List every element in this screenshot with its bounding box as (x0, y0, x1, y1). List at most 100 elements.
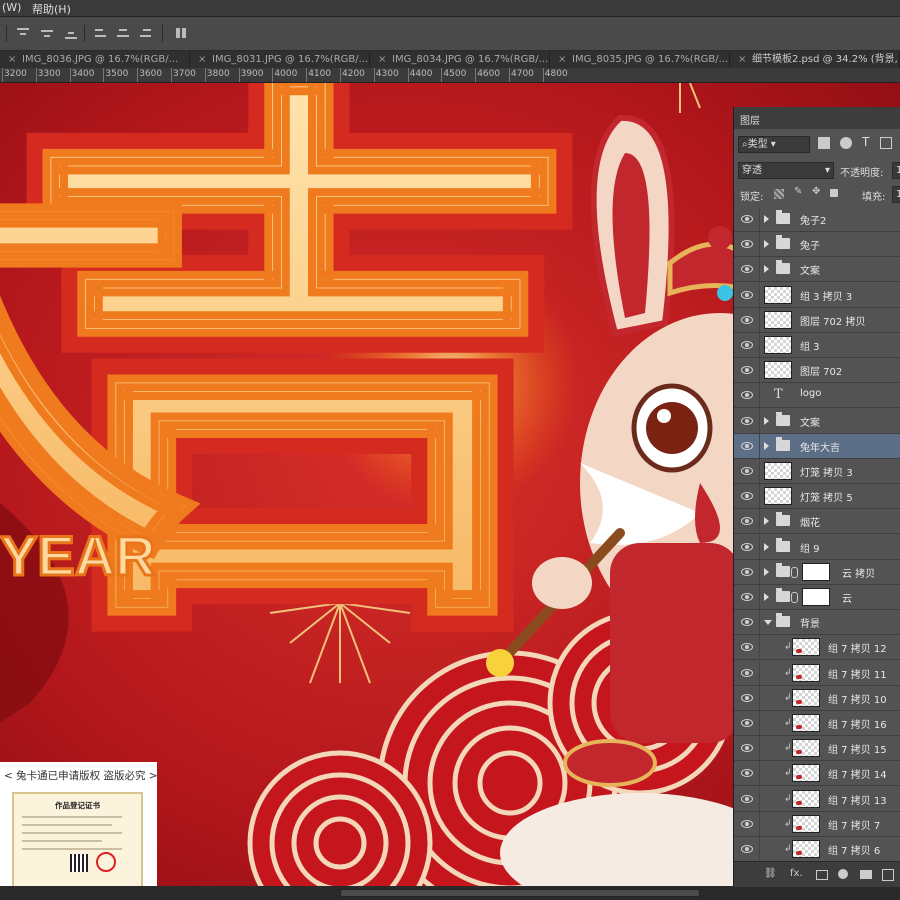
layer-row[interactable]: ↲ 组 7 拷贝 10 (734, 685, 900, 711)
visibility-eye-icon[interactable] (741, 618, 753, 627)
align-bottom-icon[interactable] (64, 26, 78, 40)
visibility-eye-icon[interactable] (741, 215, 753, 223)
align-top-icon[interactable] (16, 26, 30, 40)
visibility-eye-icon[interactable] (741, 265, 753, 274)
expand-arrow-icon[interactable] (764, 542, 769, 551)
fill-input[interactable]: 100% (892, 186, 900, 203)
expand-arrow-icon[interactable] (764, 416, 769, 425)
visibility-eye-icon[interactable] (741, 819, 753, 828)
layer-row[interactable]: ↲ 组 7 拷贝 16 (734, 711, 900, 736)
pixel-filter-icon[interactable] (818, 137, 830, 149)
tab-img-8036[interactable]: × IMG_8036.JPG @ 16.7%(RGB/... (0, 51, 190, 68)
expand-arrow-icon[interactable] (764, 593, 769, 601)
layer-row[interactable]: ↲ 组 7 拷贝 11 (734, 660, 900, 686)
visibility-eye-icon[interactable] (741, 341, 753, 349)
layer-row[interactable]: ↲ 组 7 拷贝 6 (734, 837, 900, 861)
expand-arrow-icon[interactable] (764, 567, 769, 576)
visibility-eye-icon[interactable] (741, 240, 753, 249)
panel-tab[interactable]: 图层 (734, 107, 900, 129)
opacity-input[interactable]: 100% (892, 162, 900, 179)
fx-button[interactable]: fx. (790, 868, 803, 879)
horizontal-ruler[interactable]: 3200 3300 3400 3500 3600 3700 3800 3900 4000 4100… (0, 68, 900, 83)
expand-arrow-icon[interactable] (764, 441, 769, 450)
shape-filter-icon[interactable] (880, 137, 892, 149)
layer-row[interactable]: 文案 (734, 257, 900, 283)
align-right-icon[interactable] (138, 26, 152, 40)
type-filter-icon[interactable]: T (862, 135, 869, 149)
visibility-eye-icon[interactable] (741, 366, 753, 375)
layer-row[interactable]: 灯笼 拷贝 3 (734, 459, 900, 484)
layer-row[interactable]: 云 拷贝 (734, 559, 900, 585)
visibility-eye-icon[interactable] (741, 467, 753, 475)
layer-row[interactable]: 兔子2 (734, 207, 900, 232)
visibility-eye-icon[interactable] (741, 492, 753, 501)
visibility-eye-icon[interactable] (741, 315, 753, 324)
horizontal-scrollbar[interactable] (0, 886, 900, 900)
visibility-eye-icon[interactable] (741, 517, 753, 526)
align-vcenter-icon[interactable] (40, 26, 54, 40)
tab-img-8031[interactable]: × IMG_8031.JPG @ 16.7%(RGB/... (190, 51, 370, 68)
lock-all-icon[interactable] (830, 189, 838, 197)
visibility-eye-icon[interactable] (741, 593, 753, 601)
visibility-eye-icon[interactable] (741, 391, 753, 400)
new-layer-icon[interactable] (882, 869, 894, 881)
align-hcenter-icon[interactable] (116, 26, 130, 40)
expand-arrow-icon[interactable] (764, 517, 769, 526)
visibility-eye-icon[interactable] (741, 416, 753, 425)
layer-row[interactable]: ↲ 组 7 拷贝 14 (734, 761, 900, 787)
expand-arrow-icon[interactable] (764, 265, 769, 274)
adjustment-filter-icon[interactable] (840, 137, 852, 149)
visibility-eye-icon[interactable] (741, 794, 753, 803)
layer-row[interactable]: 文案 (734, 408, 900, 434)
layer-row[interactable]: 灯笼 拷贝 5 (734, 484, 900, 510)
lock-position-icon[interactable]: ✥ (812, 186, 820, 197)
scrollbar-thumb[interactable] (340, 889, 700, 897)
layer-mask-thumbnail[interactable] (802, 588, 830, 606)
visibility-eye-icon[interactable] (741, 744, 753, 753)
layer-row[interactable]: 背景 (734, 610, 900, 636)
layer-row[interactable]: ↲ 组 7 拷贝 7 (734, 811, 900, 837)
layer-row[interactable]: ↲ 组 7 拷贝 13 (734, 786, 900, 812)
tab-img-8034[interactable]: × IMG_8034.JPG @ 16.7%(RGB/... (370, 51, 550, 68)
layer-row[interactable]: 兔年大吉 (734, 433, 900, 459)
expand-arrow-icon[interactable] (764, 215, 769, 223)
new-group-icon[interactable] (860, 870, 872, 879)
layer-row[interactable]: 组 3 (734, 333, 900, 358)
visibility-eye-icon[interactable] (741, 643, 753, 652)
visibility-eye-icon[interactable] (741, 693, 753, 702)
close-icon[interactable]: × (8, 51, 16, 68)
visibility-eye-icon[interactable] (741, 567, 753, 576)
new-adjustment-icon[interactable] (838, 869, 848, 879)
lock-transparent-icon[interactable] (774, 189, 784, 199)
layer-row[interactable]: 云 (734, 585, 900, 610)
visibility-eye-icon[interactable] (741, 845, 753, 853)
align-left-icon[interactable] (94, 26, 108, 40)
layer-row[interactable]: 图层 702 拷贝 (734, 307, 900, 333)
layer-row[interactable]: ↲ 组 7 拷贝 15 (734, 736, 900, 762)
close-icon[interactable]: × (738, 51, 746, 68)
layer-row[interactable]: 兔子 (734, 232, 900, 258)
close-icon[interactable]: × (198, 51, 206, 68)
visibility-eye-icon[interactable] (741, 290, 753, 299)
visibility-eye-icon[interactable] (741, 668, 753, 677)
collapse-arrow-icon[interactable] (764, 620, 772, 626)
visibility-eye-icon[interactable] (741, 441, 753, 450)
visibility-eye-icon[interactable] (741, 769, 753, 778)
layer-row[interactable]: 烟花 (734, 509, 900, 535)
visibility-eye-icon[interactable] (741, 719, 753, 727)
menu-help[interactable]: 帮助(H) (32, 1, 71, 17)
close-icon[interactable]: × (558, 51, 566, 68)
layer-row[interactable]: 组 9 (734, 534, 900, 560)
layer-mask-thumbnail[interactable] (802, 562, 830, 581)
menu-window[interactable]: (W) (2, 1, 21, 14)
layer-row[interactable]: 图层 702 (734, 358, 900, 384)
tab-img-8035[interactable]: × IMG_8035.JPG @ 16.7%(RGB/... (550, 51, 730, 68)
auto-align-icon[interactable] (174, 26, 188, 40)
close-icon[interactable]: × (378, 51, 386, 68)
link-layers-icon[interactable]: ⛓ (764, 868, 777, 879)
lock-pixels-icon[interactable]: ✎ (794, 186, 802, 197)
add-mask-icon[interactable] (816, 870, 828, 880)
visibility-eye-icon[interactable] (741, 542, 753, 551)
filter-kind-select[interactable]: ⌕类型 ▾ (738, 136, 810, 153)
blend-mode-select[interactable]: 穿透 ▾ (738, 162, 834, 179)
